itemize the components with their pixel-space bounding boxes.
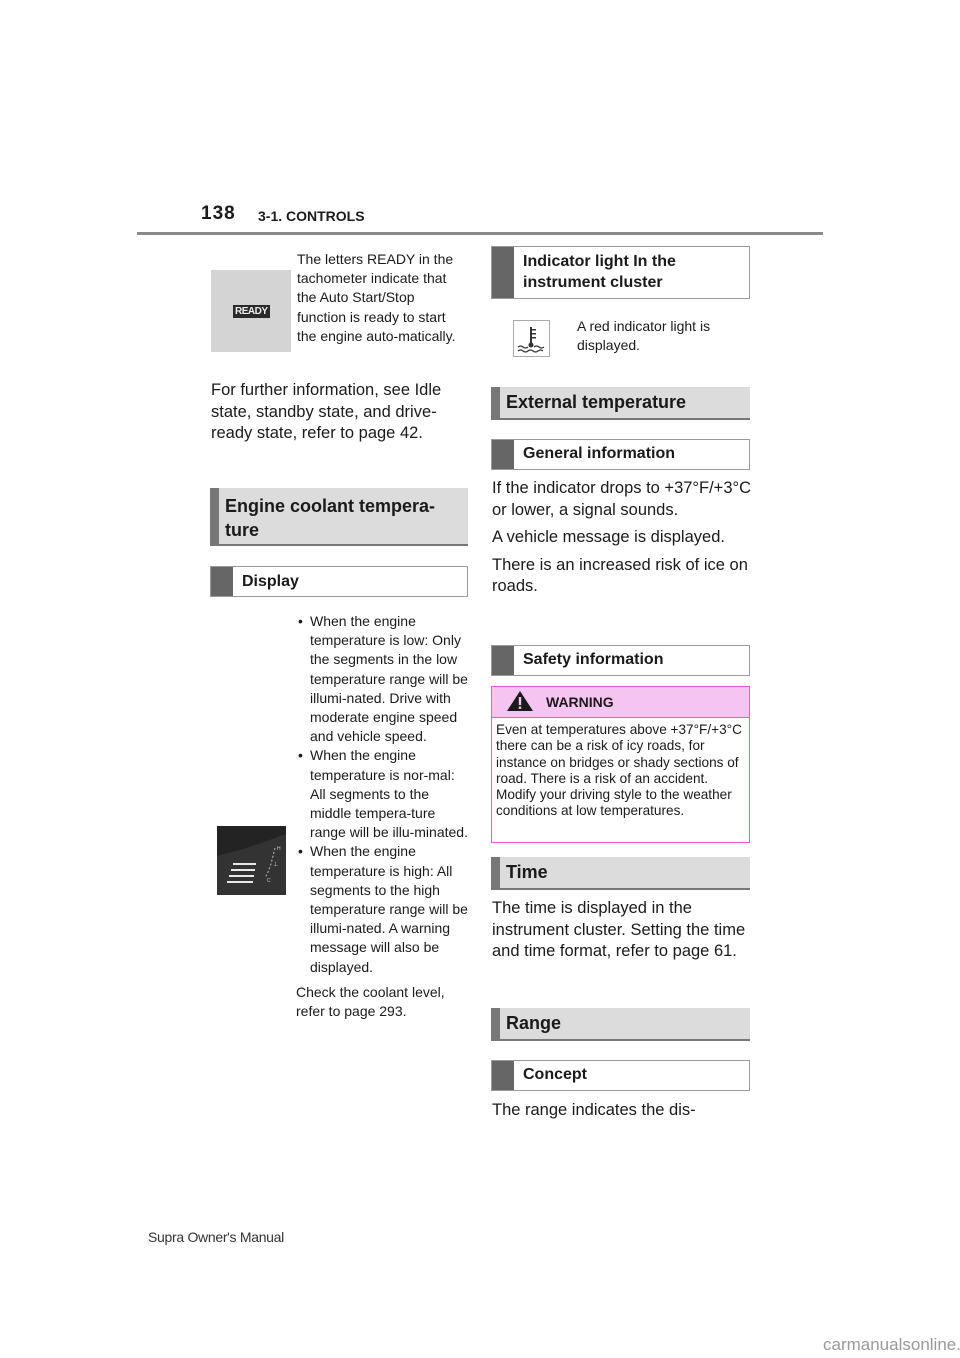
check-coolant-note: Check the coolant level, refer to page 2…	[296, 983, 445, 1020]
ready-description: The letters READY in the tachometer indi…	[297, 251, 456, 344]
subheading-display-text: Display	[242, 573, 299, 590]
heading-marker	[492, 646, 514, 675]
section-title: 3-1. CONTROLS	[258, 208, 365, 224]
heading-range-text: Range	[506, 1013, 562, 1033]
warning-title: WARNING	[546, 694, 614, 710]
warning-body: Even at temperatures above +37°F/+3°C th…	[496, 722, 742, 819]
coolant-temperature-warning-icon	[513, 320, 550, 357]
vehicle-message-paragraph: A vehicle message is displayed.	[492, 528, 725, 546]
heading-marker	[211, 567, 233, 596]
heading-time: Time	[491, 857, 750, 890]
watermark: carmanualsonline.info	[823, 1335, 960, 1354]
warning-triangle-icon	[507, 690, 533, 714]
external-temp-paragraphs: If the indicator drops to +37°F/+3°C or …	[492, 478, 754, 598]
heading-marker	[492, 247, 514, 298]
subheading-general-information: General information	[491, 439, 750, 470]
range-paragraph: The range indicates the dis-	[492, 1101, 696, 1119]
heading-external-temperature: External temperature	[491, 387, 750, 420]
indicator-description: A red indicator light is displayed.	[577, 318, 711, 354]
bullet-low-temp: When the engine temperature is low: Only…	[296, 612, 468, 746]
heading-external-temperature-text: External temperature	[506, 392, 687, 412]
svg-text:⊥: ⊥	[273, 861, 278, 868]
heading-indicator-light-text: Indicator light In the instrument cluste…	[523, 253, 676, 291]
subheading-display: Display	[210, 566, 468, 597]
subheading-concept: Concept	[491, 1060, 750, 1091]
subheading-general-text: General information	[523, 445, 676, 462]
ice-risk-paragraph: There is an increased risk of ice on roa…	[492, 555, 748, 596]
time-paragraph: The time is displayed in the instrument …	[492, 899, 746, 960]
heading-marker	[492, 1061, 514, 1090]
heading-indicator-light: Indicator light In the instrument cluste…	[491, 246, 750, 299]
heading-marker	[492, 440, 514, 469]
bullet-high-temp: When the engine temperature is high: All…	[296, 842, 468, 976]
page-number: 138	[201, 203, 236, 224]
svg-text:C: C	[267, 878, 271, 884]
heading-engine-coolant: Engine coolant tempera-ture	[210, 488, 468, 546]
heading-range: Range	[491, 1008, 750, 1041]
further-info-paragraph: For further information, see Idle state,…	[211, 381, 442, 442]
ready-indicator-image: READY	[211, 270, 291, 352]
manual-title-footer: Supra Owner's Manual	[148, 1229, 284, 1245]
bullet-normal-temp: When the engine temperature is nor-mal: …	[296, 746, 468, 842]
header-divider	[137, 232, 823, 235]
subheading-concept-text: Concept	[523, 1066, 587, 1083]
subheading-safety-information: Safety information	[491, 645, 750, 676]
warning-header: WARNING	[492, 687, 749, 718]
subheading-safety-text: Safety information	[523, 651, 664, 668]
coolant-bullets: When the engine temperature is low: Only…	[296, 612, 468, 1021]
heading-engine-coolant-text: Engine coolant tempera-ture	[225, 496, 436, 540]
heading-time-text: Time	[506, 862, 548, 882]
ready-badge: READY	[233, 305, 270, 318]
coolant-gauge-image: H ⊥ C	[217, 826, 286, 895]
signal-paragraph: If the indicator drops to +37°F/+3°C or …	[492, 479, 752, 519]
warning-box: WARNING Even at temperatures above +37°F…	[491, 686, 750, 843]
svg-text:H: H	[277, 846, 281, 852]
